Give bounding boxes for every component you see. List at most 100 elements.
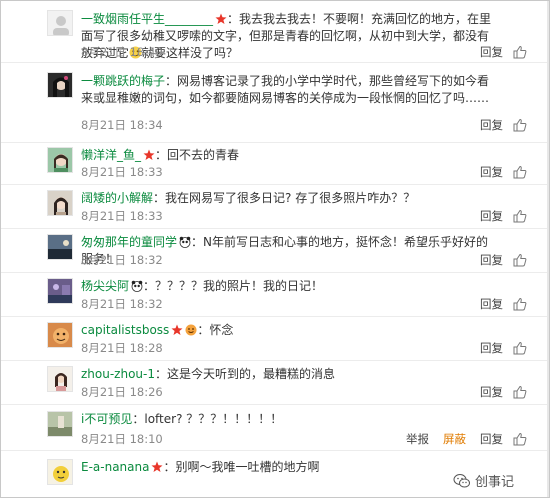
separator: ：: [163, 460, 176, 474]
star-badge-icon: [151, 461, 163, 473]
comment-text: 别啊～我唯一吐槽的地方啊: [175, 460, 320, 474]
like-thumb-icon[interactable]: [513, 341, 527, 355]
panda-badge-icon: [131, 280, 143, 292]
comment-item: 一致烟雨任平生________ ：我去我去我去！不要啊！充满回忆的地方，在里面写了…: [1, 1, 549, 63]
watermark-text: 创事记: [475, 475, 515, 490]
star-badge-icon: [143, 149, 155, 161]
avatar[interactable]: [47, 459, 73, 485]
comment-body: 懒洋洋_鱼_ ：回不去的青春: [81, 147, 493, 164]
avatar[interactable]: [47, 234, 73, 260]
comment-item: capitalistsboss ：怀念 8月21日 18:28 回复: [1, 317, 549, 361]
comment-author[interactable]: capitalistsboss: [81, 323, 169, 337]
comment-item: 匆匆那年的童同学 ：N年前写日志和心事的地方，挺怀念！希望乐乎好好的服务！ 8月2…: [1, 229, 549, 273]
comment-author[interactable]: 懒洋洋_鱼_: [81, 148, 141, 162]
comment-text: ？？？？我的照片！我的日记！: [155, 279, 324, 293]
comment-time: 8月21日 18:32: [81, 297, 163, 311]
star-badge-icon: [215, 13, 227, 25]
comment-item: 杨尖尖阿 ：？？？？我的照片！我的日记！ 8月21日 18:32 回复: [1, 273, 549, 317]
emoji-badge-icon: [185, 324, 197, 336]
comment-time: 8月21日 18:34: [81, 118, 163, 132]
like-thumb-icon[interactable]: [513, 209, 527, 223]
reply-button[interactable]: 回复: [480, 296, 503, 312]
comment-text: 这是今天听到的，最糟糕的消息: [167, 367, 336, 381]
comment-time: 8月21日 18:28: [81, 341, 163, 355]
avatar[interactable]: [47, 411, 73, 437]
separator: ：: [227, 12, 240, 26]
comment-time: 8月21日 18:40: [81, 45, 163, 59]
comment-time: 8月21日 18:33: [81, 165, 163, 179]
comment-item: 一颗跳跃的梅子：网易博客记录了我的小学中学时代，那些曾经写下的如今看来或显稚嫩的…: [1, 63, 549, 143]
comment-author[interactable]: zhou-zhou-1: [81, 367, 155, 381]
separator: ：: [143, 279, 156, 293]
comment-time: 8月21日 18:32: [81, 253, 163, 267]
comment-body: capitalistsboss ：怀念: [81, 322, 493, 339]
comment-author[interactable]: i不可预见: [81, 412, 132, 426]
comment-actions: 回复: [466, 164, 527, 180]
avatar[interactable]: [47, 147, 73, 173]
comment-author[interactable]: 匆匆那年的童同学: [81, 235, 177, 249]
like-thumb-icon[interactable]: [513, 297, 527, 311]
comment-text: 回不去的青春: [167, 148, 240, 162]
avatar[interactable]: [47, 10, 73, 36]
comment-text: 我在网易写了很多日记? 存了很多照片咋办？？: [165, 191, 416, 205]
separator: ：: [132, 412, 145, 426]
comment-text: lofter? ？？？！！！！！: [144, 412, 283, 426]
comment-time: 8月21日 18:26: [81, 385, 163, 399]
like-thumb-icon[interactable]: [513, 432, 527, 446]
comment-body: zhou-zhou-1：这是今天听到的，最糟糕的消息: [81, 366, 493, 383]
comment-actions: 回复: [466, 340, 527, 356]
reply-button[interactable]: 回复: [480, 384, 503, 400]
reply-button[interactable]: 回复: [480, 117, 503, 133]
like-thumb-icon[interactable]: [513, 385, 527, 399]
comment-body: i不可预见：lofter? ？？？！！！！！: [81, 411, 493, 428]
avatar[interactable]: [47, 366, 73, 392]
comment-body: 阔矮的小解解：我在网易写了很多日记? 存了很多照片咋办？？: [81, 190, 493, 207]
comment-author[interactable]: E-a-nanana: [81, 460, 149, 474]
comment-body: 杨尖尖阿 ：？？？？我的照片！我的日记！: [81, 278, 493, 295]
comment-list: 一致烟雨任平生________ ：我去我去我去！不要啊！充满回忆的地方，在里面写了…: [0, 0, 550, 498]
like-thumb-icon[interactable]: [513, 45, 527, 59]
comment-time: 8月21日 18:33: [81, 209, 163, 223]
comment-actions: 回复: [466, 296, 527, 312]
comment-item: 懒洋洋_鱼_ ：回不去的青春 8月21日 18:33 回复: [1, 143, 549, 185]
like-thumb-icon[interactable]: [513, 165, 527, 179]
comment-actions: 回复: [466, 384, 527, 400]
wechat-icon: [453, 473, 470, 487]
watermark: 创事记: [453, 471, 514, 490]
comment-author[interactable]: 阔矮的小解解: [81, 191, 153, 205]
comment-author[interactable]: 一颗跳跃的梅子: [81, 74, 165, 88]
comment-text: 怀念: [209, 323, 234, 337]
separator: ：: [165, 74, 178, 88]
right-edge: [547, 1, 549, 497]
comment-actions: 回复: [466, 44, 527, 60]
comment-item: zhou-zhou-1：这是今天听到的，最糟糕的消息 8月21日 18:26 回…: [1, 361, 549, 405]
reply-button[interactable]: 回复: [480, 208, 503, 224]
avatar[interactable]: [47, 190, 73, 216]
report-button[interactable]: 举报: [406, 431, 429, 447]
avatar[interactable]: [47, 278, 73, 304]
panda-badge-icon: [179, 236, 191, 248]
comment-actions: 回复: [466, 252, 527, 268]
star-badge-icon: [171, 324, 183, 336]
reply-button[interactable]: 回复: [480, 431, 503, 447]
separator: ：: [155, 148, 168, 162]
comment-actions: 回复: [466, 208, 527, 224]
comment-author[interactable]: 杨尖尖阿: [81, 279, 129, 293]
comment-time: 8月21日 18:10: [81, 432, 163, 446]
reply-button[interactable]: 回复: [480, 164, 503, 180]
like-thumb-icon[interactable]: [513, 118, 527, 132]
block-button[interactable]: 屏蔽: [443, 431, 466, 447]
separator: ：: [153, 191, 166, 205]
avatar[interactable]: [47, 322, 73, 348]
reply-button[interactable]: 回复: [480, 340, 503, 356]
comment-actions: 举报 屏蔽 回复: [392, 431, 527, 447]
avatar[interactable]: [47, 72, 73, 98]
comment-author[interactable]: 一致烟雨任平生________: [81, 12, 213, 26]
reply-button[interactable]: 回复: [480, 252, 503, 268]
comment-item: i不可预见：lofter? ？？？！！！！！ 8月21日 18:10 举报 屏蔽…: [1, 405, 549, 451]
reply-button[interactable]: 回复: [480, 44, 503, 60]
comment-item: 阔矮的小解解：我在网易写了很多日记? 存了很多照片咋办？？ 8月21日 18:3…: [1, 185, 549, 229]
separator: ：: [197, 323, 210, 337]
like-thumb-icon[interactable]: [513, 253, 527, 267]
comment-actions: 回复: [466, 117, 527, 133]
